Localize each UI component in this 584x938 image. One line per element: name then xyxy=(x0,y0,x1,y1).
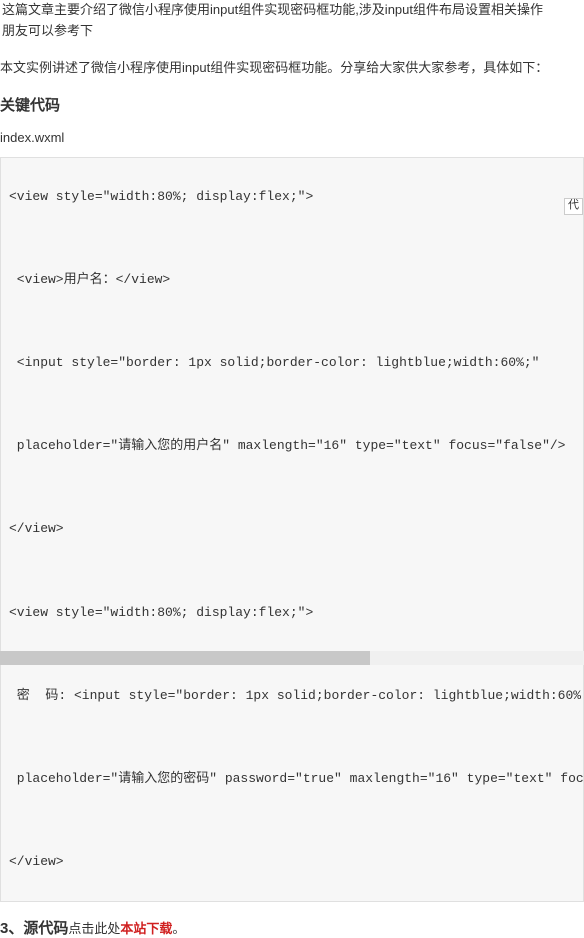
summary-line1: 这篇文章主要介绍了微信小程序使用input组件实现密码框功能,涉及input组件… xyxy=(2,2,543,17)
horizontal-scrollbar-thumb[interactable] xyxy=(0,651,370,665)
source-suffix: 点击此处 xyxy=(68,921,120,936)
code-line: <view style="width:80%; display:flex;"> xyxy=(9,605,313,620)
summary-line2: 朋友可以参考下 xyxy=(2,23,93,38)
code-line: placeholder="请输入您的用户名" maxlength="16" ty… xyxy=(9,438,565,453)
heading-key-code: 关键代码 xyxy=(0,94,584,115)
filename-label: index.wxml xyxy=(0,130,584,145)
code-block: 代 <view style="width:80%; display:flex;">… xyxy=(0,157,584,902)
code-line: </view> xyxy=(9,521,64,536)
source-heading-number: 3、 xyxy=(0,920,23,937)
code-line: <view style="width:80%; display:flex;"> xyxy=(9,189,313,204)
copy-hint-badge[interactable]: 代 xyxy=(564,198,583,215)
code-line: placeholder="请输入您的密码" password="true" ma… xyxy=(9,771,584,786)
code-line: <input style="border: 1px solid;border-c… xyxy=(9,355,540,370)
horizontal-scrollbar-track[interactable] xyxy=(0,651,584,665)
source-heading-text: 源代码 xyxy=(23,920,68,937)
code-line: <view>用户名：</view> xyxy=(9,272,170,287)
source-section: 3、源代码点击此处本站下载。 xyxy=(0,917,584,938)
code-line: </view> xyxy=(9,854,64,869)
article-intro: 本文实例讲述了微信小程序使用input组件实现密码框功能。分享给大家供大家参考，… xyxy=(0,57,584,76)
article-summary: 这篇文章主要介绍了微信小程序使用input组件实现密码框功能,涉及input组件… xyxy=(0,0,584,42)
period: 。 xyxy=(172,921,185,936)
download-link[interactable]: 本站下载 xyxy=(120,921,172,936)
code-line: 密 码: <input style="border: 1px solid;bor… xyxy=(9,688,584,703)
